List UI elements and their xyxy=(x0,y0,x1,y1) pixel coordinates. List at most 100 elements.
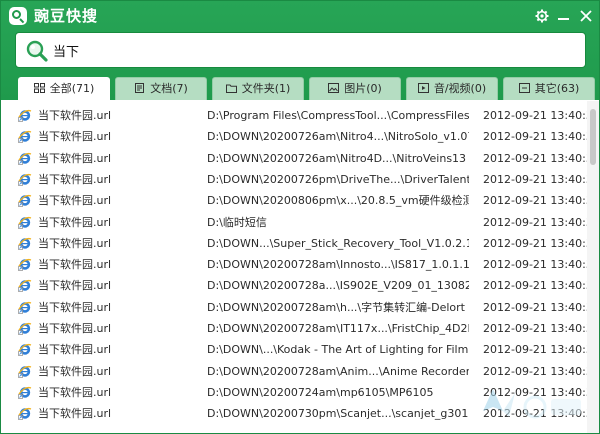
scrollbar-thumb[interactable] xyxy=(590,109,596,165)
ie-shortcut-icon xyxy=(18,301,32,314)
tab-all[interactable]: 全部(71) xyxy=(18,77,110,101)
close-icon xyxy=(580,10,592,22)
file-name: 当下软件园.url xyxy=(38,109,112,122)
list-item[interactable]: 当下软件园.url D:\DOWN\20200728am\Innosto...\I… xyxy=(1,254,587,275)
app-window: 豌豆快搜 当下 全部(71) 文档(7) 文件夹(1) 图片(0) 音/视频(0… xyxy=(0,0,600,434)
search-input[interactable] xyxy=(53,38,573,62)
file-date: 2012-09-21 13:40:34 xyxy=(483,258,587,272)
tab-documents[interactable]: 文档(7) xyxy=(115,77,207,100)
ie-shortcut-icon xyxy=(18,408,32,420)
list-item[interactable]: 当下软件园.url D:\临时短信 2012-09-21 13:40:34 xyxy=(1,212,587,233)
ie-shortcut-icon xyxy=(18,173,32,186)
ie-shortcut-icon xyxy=(18,152,32,165)
ie-shortcut-icon xyxy=(18,195,32,207)
file-name: 当下软件园.url xyxy=(38,172,112,186)
search-box xyxy=(15,32,586,68)
ie-shortcut-icon xyxy=(18,322,32,335)
document-icon xyxy=(135,83,145,93)
file-date: 2012-09-21 13:40:34 xyxy=(483,151,587,165)
file-path: D:\DOWN\20200728am\IT117x...\FristChip_4… xyxy=(207,322,469,335)
folder-icon xyxy=(225,84,237,93)
close-button[interactable] xyxy=(576,6,596,26)
file-path: D:\Program Files\CompressTool...\Compres… xyxy=(207,109,469,122)
title-bar: 豌豆快搜 xyxy=(1,1,599,31)
file-path: D:\DOWN\20200730pm\Scanjet...\scanjet_g3… xyxy=(207,407,469,421)
gear-icon xyxy=(535,9,549,23)
file-path: D:\DOWN\20200728am\Anim...\Anime Recorde… xyxy=(207,364,469,378)
file-date: 2012-09-21 13:40:34 xyxy=(483,364,587,378)
file-date: 2012-09-21 13:40:34 xyxy=(483,343,587,357)
tab-label: 文件夹(1) xyxy=(241,82,291,95)
tab-label: 文档(7) xyxy=(150,82,188,95)
tab-label: 图片(0) xyxy=(344,82,382,95)
file-date: 2012-09-21 13:40:34 xyxy=(483,215,587,229)
list-item[interactable]: 当下软件园.url D:\DOWN\20200728am\Anim...\Anim… xyxy=(1,361,587,382)
file-path: D:\DOWN\20200728am\Innosto...\IS817_1.0.… xyxy=(207,258,469,272)
file-name: 当下软件园.url xyxy=(38,194,112,208)
ie-shortcut-icon xyxy=(18,131,32,144)
file-path: D:\DOWN...\Super_Stick_Recovery_Tool_V1.… xyxy=(207,236,469,250)
media-icon xyxy=(417,83,429,93)
file-path: D:\DOWN\20200726am\Nitro4...\NitroSolo_v… xyxy=(207,130,469,144)
ie-shortcut-icon xyxy=(18,365,32,378)
file-name: 当下软件园.url xyxy=(38,343,112,357)
settings-button[interactable] xyxy=(532,6,552,26)
tab-label: 其它(63) xyxy=(534,82,580,95)
file-date: 2012-09-21 13:40:34 xyxy=(483,194,587,208)
file-path: D:\DOWN\20200724am\mp6105\MP6105 xyxy=(207,385,434,399)
watermark-logo xyxy=(483,389,581,419)
file-date: 2012-09-21 13:40:34 xyxy=(483,172,587,186)
list-item[interactable]: 当下软件园.url D:\DOWN\20200728am\h...\字节集转汇编-… xyxy=(1,297,587,318)
list-item[interactable]: 当下软件园.url D:\DOWN\20200728a...\IS902E_V20… xyxy=(1,275,587,296)
list-item[interactable]: 当下软件园.url D:\DOWN...\Super_Stick_Recovery… xyxy=(1,233,587,254)
file-name: 当下软件园.url xyxy=(38,300,112,314)
file-date: 2012-09-21 13:40:34 xyxy=(483,236,587,250)
file-date: 2012-09-21 13:40:34 xyxy=(483,300,587,314)
list-item[interactable]: 当下软件园.url D:\DOWN\20200726pm\DriveThe...\… xyxy=(1,169,587,190)
tab-media[interactable]: 音/视频(0) xyxy=(406,77,498,100)
file-path: D:\DOWN\20200726pm\DriveThe...\DriverTal… xyxy=(207,172,469,186)
list-item[interactable]: 当下软件园.url D:\DOWN\...\Kodak - The Art of … xyxy=(1,339,587,360)
file-name: 当下软件园.url xyxy=(38,215,112,229)
tab-label: 音/视频(0) xyxy=(433,82,487,95)
other-icon xyxy=(518,83,530,93)
minimize-button[interactable] xyxy=(554,6,574,26)
file-name: 当下软件园.url xyxy=(38,322,112,335)
file-path: D:\DOWN\20200728a...\IS902E_V209_01_1308… xyxy=(207,279,469,293)
file-path: D:\DOWN\20200726am\Nitro4D...\NitroVeins… xyxy=(207,151,467,165)
ie-shortcut-icon xyxy=(18,216,32,229)
file-name: 当下软件园.url xyxy=(38,258,112,272)
file-path: D:\DOWN\...\Kodak - The Art of Lighting … xyxy=(207,343,469,357)
ie-shortcut-icon xyxy=(18,280,32,293)
file-name: 当下软件园.url xyxy=(38,279,112,293)
file-name: 当下软件园.url xyxy=(38,130,112,144)
minimize-icon xyxy=(558,18,569,20)
app-title: 豌豆快搜 xyxy=(34,7,99,25)
file-date: 2012-09-21 13:40:34 xyxy=(483,322,587,335)
ie-shortcut-icon xyxy=(18,237,32,250)
file-name: 当下软件园.url xyxy=(38,407,112,421)
file-date: 2012-09-21 13:40:34 xyxy=(483,109,587,122)
list-item[interactable]: 当下软件园.url D:\DOWN\20200726am\Nitro4D...\N… xyxy=(1,148,587,169)
header: 豌豆快搜 当下 全部(71) 文档(7) 文件夹(1) 图片(0) 音/视频(0… xyxy=(1,1,599,101)
ie-shortcut-icon xyxy=(18,109,32,122)
file-name: 当下软件园.url xyxy=(38,364,112,378)
ie-shortcut-icon xyxy=(18,259,32,271)
list-item[interactable]: 当下软件园.url D:\Program Files\CompressTool..… xyxy=(1,105,587,126)
file-name: 当下软件园.url xyxy=(38,385,112,399)
tab-other[interactable]: 其它(63) xyxy=(503,77,595,100)
app-logo-icon xyxy=(9,7,27,25)
list-item[interactable]: 当下软件园.url D:\DOWN\20200806pm\x...\20.8.5_… xyxy=(1,190,587,211)
tab-label: 全部(71) xyxy=(49,82,95,95)
tab-images[interactable]: 图片(0) xyxy=(309,77,401,100)
tab-folders[interactable]: 文件夹(1) xyxy=(212,77,304,100)
file-date: 2012-09-21 13:40:34 xyxy=(483,130,587,144)
image-icon xyxy=(328,83,340,93)
ie-shortcut-icon xyxy=(18,344,32,357)
file-path: D:\DOWN\20200728am\h...\字节集转汇编-Delort xyxy=(207,300,465,314)
list-item[interactable]: 当下软件园.url D:\DOWN\20200728am\IT117x...\Fr… xyxy=(1,318,587,339)
list-item[interactable]: 当下软件园.url D:\DOWN\20200726am\Nitro4...\Ni… xyxy=(1,126,587,147)
file-name: 当下软件园.url xyxy=(38,236,112,250)
search-icon xyxy=(26,40,48,62)
file-path: D:\DOWN\20200806pm\x...\20.8.5_vm硬件级检测 xyxy=(207,194,469,208)
